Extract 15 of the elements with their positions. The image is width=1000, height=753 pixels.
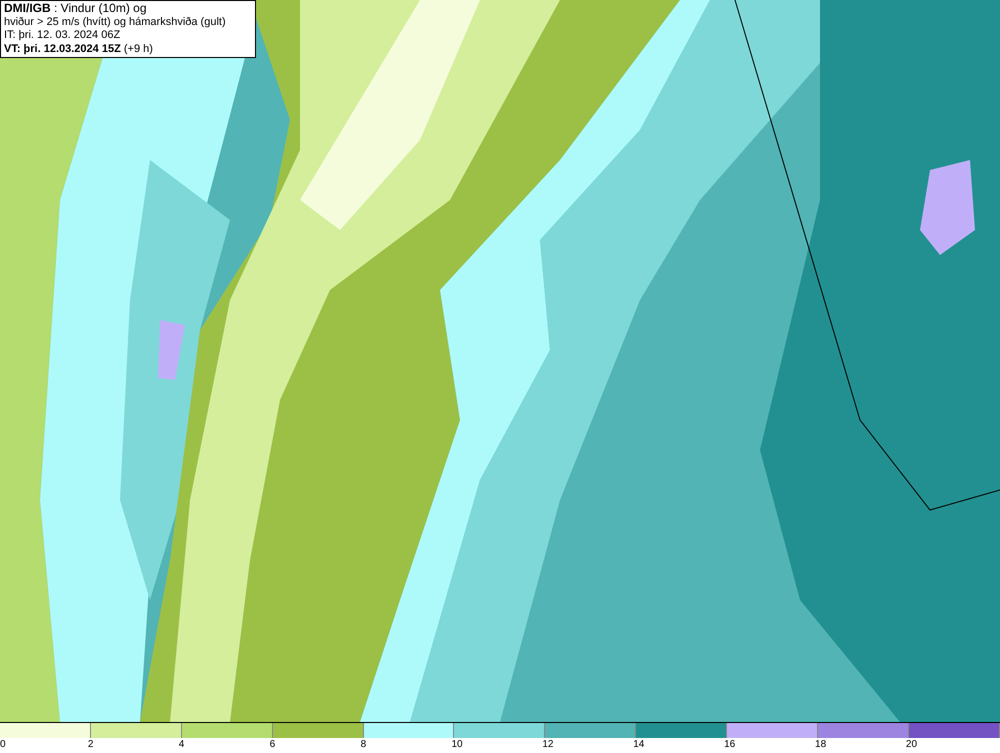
legend-label: 8 bbox=[360, 738, 366, 752]
legend-label: 16 bbox=[724, 738, 736, 752]
info-text: DMI/IGB : Vindur (10m) og bbox=[4, 2, 148, 16]
legend-label: 14 bbox=[633, 738, 644, 752]
info-text: hviður > 25 m/s (hvítt) og hámarkshviða (gult) bbox=[4, 16, 227, 29]
legend-label: 20 bbox=[906, 738, 918, 752]
info-text: VT: þri. 12.03.2024 15Z (+9 h) bbox=[4, 42, 154, 56]
info-text: IT: þri. 12. 03. 2024 06Z bbox=[4, 29, 122, 42]
legend-label: 18 bbox=[815, 738, 826, 752]
legend-label: 2 bbox=[88, 738, 94, 752]
legend-label: 6 bbox=[270, 738, 276, 752]
legend-label: 4 bbox=[178, 738, 184, 752]
legend-label: 12 bbox=[542, 738, 554, 752]
legend-label: 10 bbox=[451, 738, 463, 752]
legend-label: 0 bbox=[0, 738, 6, 752]
